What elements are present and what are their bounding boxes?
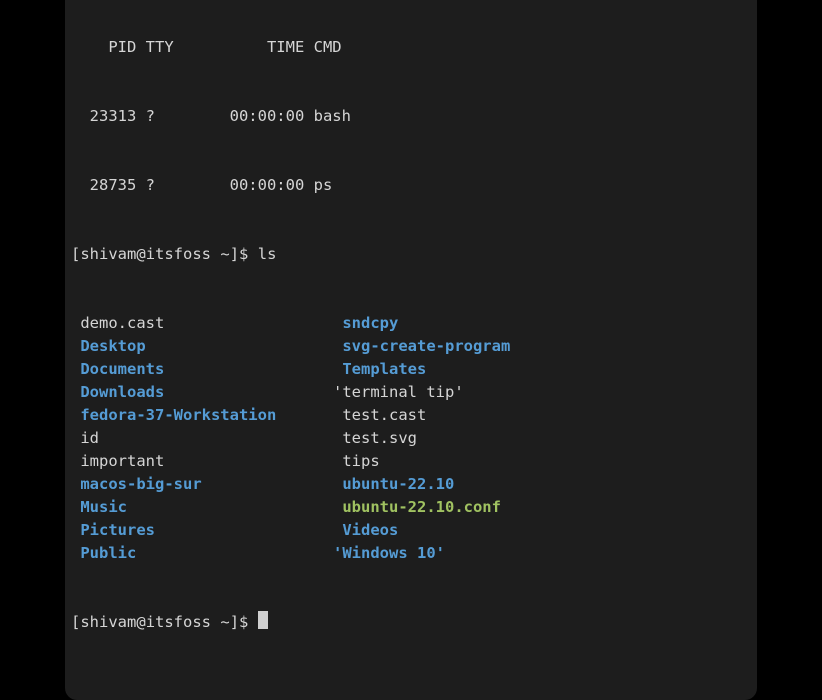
prompt-line: [shivam@itsfoss ~]$ ls — [71, 243, 751, 266]
ls-row: Desktop svg-create-program — [71, 335, 751, 358]
ls-entry: test.cast — [333, 406, 426, 424]
terminal-window: shivam@itsfoss:~ [shivam@itsfoss ~]$ ps … — [65, 0, 757, 700]
ls-entry: svg-create-program — [333, 337, 510, 355]
ls-entry: tips — [333, 452, 380, 470]
ls-row: demo.cast sndcpy — [71, 312, 751, 335]
ls-entry: Templates — [333, 360, 426, 378]
ls-row: fedora-37-Workstation test.cast — [71, 404, 751, 427]
ps-row: 28735 ? 00:00:00 ps — [71, 174, 751, 197]
ls-entry: fedora-37-Workstation — [71, 404, 333, 427]
ls-entry: sndcpy — [333, 314, 398, 332]
ls-entry: Public — [71, 542, 333, 565]
ls-row: Documents Templates — [71, 358, 751, 381]
ls-entry: important — [71, 450, 333, 473]
ls-entry: Documents — [71, 358, 333, 381]
ls-entry: macos-big-sur — [71, 473, 333, 496]
command-ls: ls — [258, 245, 277, 263]
ls-entry: Desktop — [71, 335, 333, 358]
ls-row: Pictures Videos — [71, 519, 751, 542]
terminal-body[interactable]: [shivam@itsfoss ~]$ ps PID TTY TIME CMD … — [65, 0, 757, 700]
prompt-line-active: [shivam@itsfoss ~]$ — [71, 611, 751, 634]
ls-entry: 'terminal tip' — [333, 383, 464, 401]
ls-entry: Downloads — [71, 381, 333, 404]
ls-entry: Pictures — [71, 519, 333, 542]
cursor — [258, 611, 268, 629]
ls-row: macos-big-sur ubuntu-22.10 — [71, 473, 751, 496]
ls-entry: Music — [71, 496, 333, 519]
ls-entry: test.svg — [333, 429, 417, 447]
ls-row: Public'Windows 10' — [71, 542, 751, 565]
ls-entry: ubuntu-22.10.conf — [333, 498, 501, 516]
ls-entry: id — [71, 427, 333, 450]
ls-row: important tips — [71, 450, 751, 473]
ps-row: 23313 ? 00:00:00 bash — [71, 105, 751, 128]
ps-header: PID TTY TIME CMD — [71, 36, 751, 59]
ls-row: id test.svg — [71, 427, 751, 450]
ls-entry: demo.cast — [71, 312, 333, 335]
ls-entry: Videos — [333, 521, 398, 539]
ls-entry: 'Windows 10' — [333, 544, 445, 562]
ls-output: demo.cast sndcpy Desktop svg-create-prog… — [71, 312, 751, 565]
ls-row: Downloads'terminal tip' — [71, 381, 751, 404]
ls-row: Music ubuntu-22.10.conf — [71, 496, 751, 519]
ls-entry: ubuntu-22.10 — [333, 475, 454, 493]
